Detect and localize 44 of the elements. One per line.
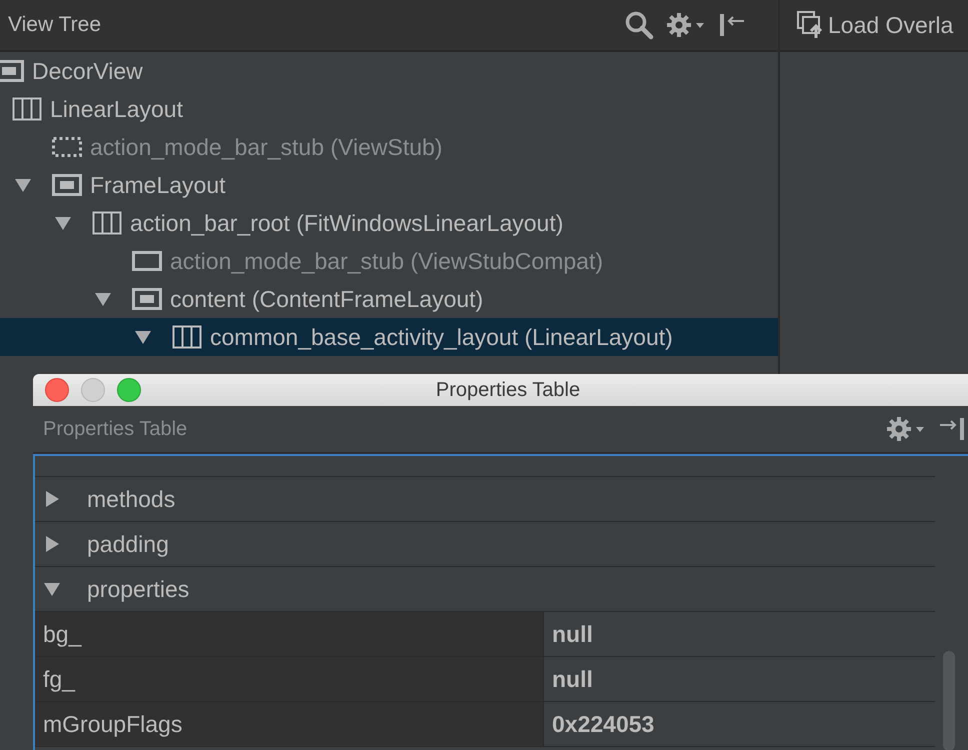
plain-view-icon [132, 249, 162, 273]
panel-title: View Tree [8, 13, 101, 37]
window-title: Properties Table [436, 378, 580, 402]
tree-item[interactable]: action_mode_bar_stub (ViewStubCompat) [0, 242, 778, 280]
settings-icon[interactable] [666, 11, 706, 39]
expand-arrow-icon[interactable] [43, 490, 61, 508]
expand-arrow-icon[interactable] [134, 328, 152, 346]
frame-view-icon [52, 173, 82, 197]
property-name: bg_ [35, 612, 544, 656]
expand-arrow-icon[interactable] [54, 214, 72, 232]
close-button[interactable] [45, 378, 69, 402]
property-name: fg_ [35, 657, 544, 701]
linear-view-icon [12, 97, 42, 121]
search-icon[interactable] [624, 10, 654, 40]
scrollbar-thumb[interactable] [943, 651, 955, 750]
pin-right-icon[interactable] [938, 415, 966, 443]
frame-view-icon [132, 287, 162, 311]
property-group[interactable]: padding [35, 522, 553, 566]
expand-arrow-icon[interactable] [14, 176, 32, 194]
stub-view-icon [52, 135, 82, 159]
property-name: mGroupFlags [35, 702, 544, 746]
tree-item[interactable]: action_bar_root (FitWindowsLinearLayout) [0, 204, 778, 242]
tree-item[interactable]: FrameLayout [0, 166, 778, 204]
expand-arrow-icon[interactable] [43, 580, 61, 598]
property-group[interactable]: properties [35, 567, 553, 611]
zoom-button[interactable] [117, 378, 141, 402]
property-value: null [551, 620, 594, 648]
property-value: 0x224053 [551, 710, 656, 738]
tree-item[interactable]: LinearLayout [0, 90, 778, 128]
property-group[interactable]: methods [35, 477, 553, 521]
panel-title: Properties Table [43, 418, 188, 440]
load-overlay-icon[interactable] [796, 10, 824, 40]
settings-icon[interactable] [886, 415, 926, 443]
linear-view-icon [92, 211, 122, 235]
property-value: null [551, 664, 594, 694]
expand-arrow-icon[interactable] [94, 290, 112, 308]
frame-view-icon [0, 59, 24, 83]
expand-arrow-icon[interactable] [43, 535, 61, 553]
tree-item[interactable]: DecorView [0, 52, 778, 90]
linear-view-icon [172, 325, 202, 349]
tree-item[interactable]: content (ContentFrameLayout) [0, 280, 778, 318]
tree-item[interactable]: action_mode_bar_stub (ViewStub) [0, 128, 778, 166]
collapse-icon[interactable] [718, 11, 746, 39]
tree-item[interactable]: common_base_activity_layout (LinearLayout) [0, 318, 778, 356]
